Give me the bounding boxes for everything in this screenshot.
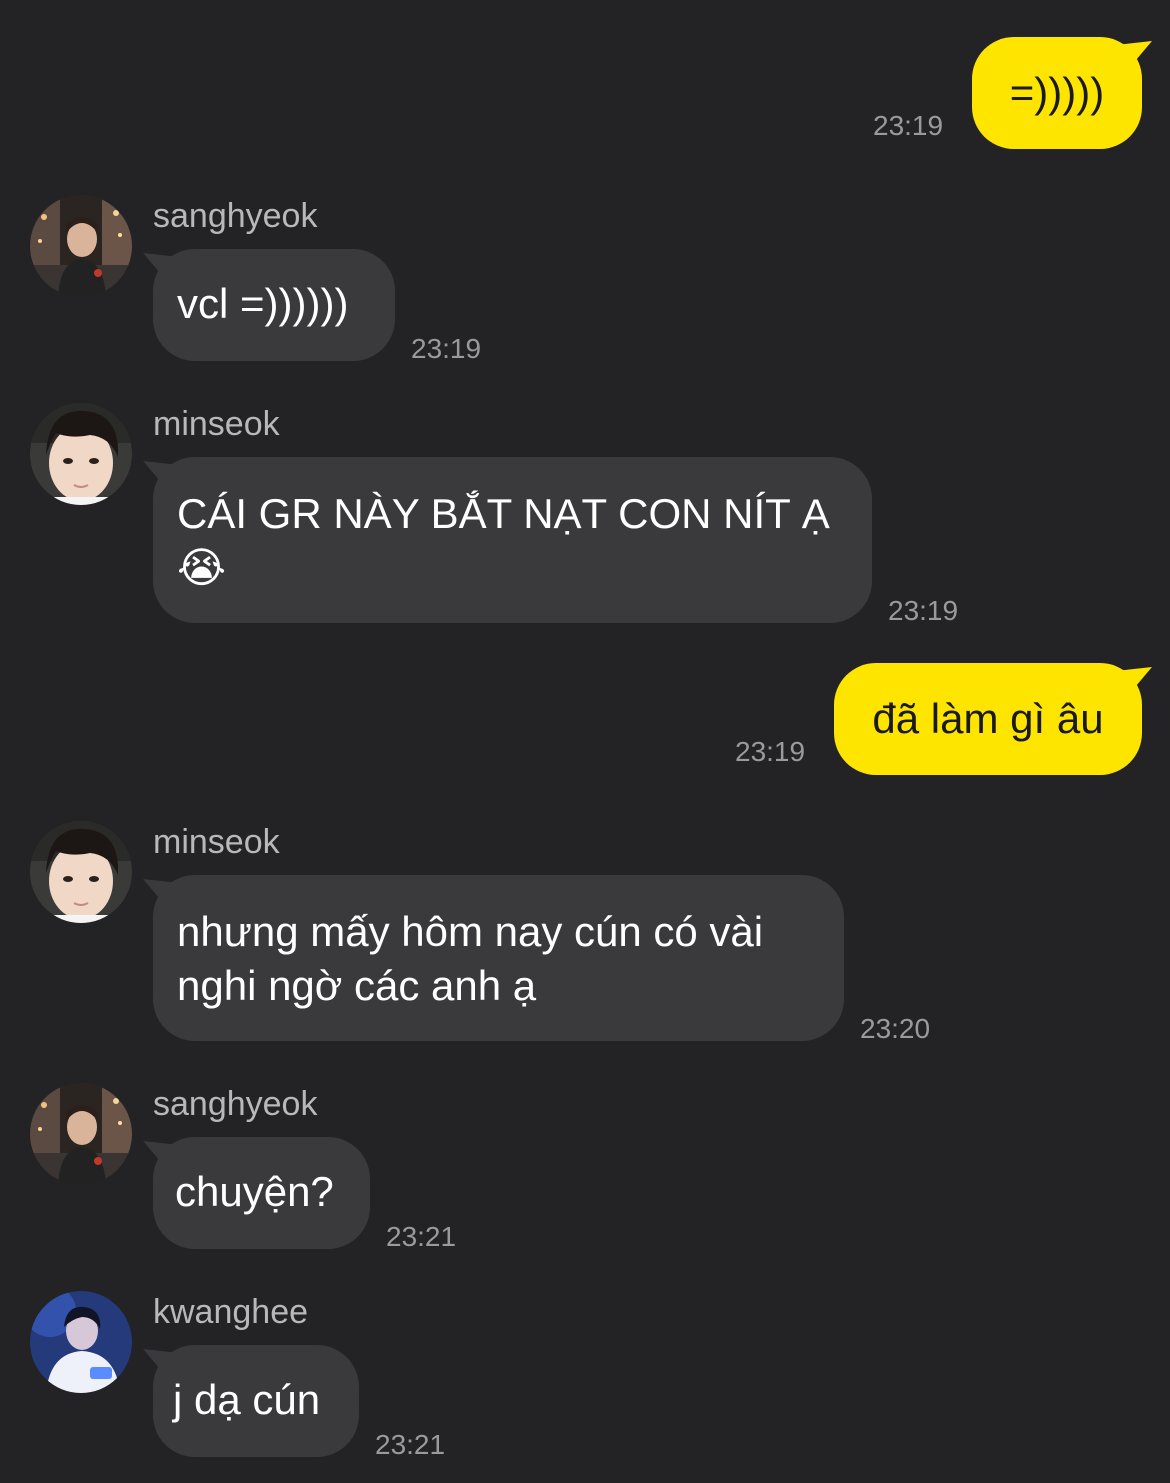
bubble-tail bbox=[143, 1141, 179, 1167]
message-bubble-incoming[interactable]: j dạ cún bbox=[143, 1345, 359, 1457]
avatar-photo-selfie bbox=[30, 403, 132, 505]
message-text: j dạ cún bbox=[173, 1376, 321, 1423]
avatar[interactable] bbox=[30, 821, 132, 923]
message-text-line: CÁI GR NÀY BẮT NẠT CON NÍT Ạ bbox=[177, 490, 830, 537]
message-timestamp: 23:19 bbox=[411, 333, 482, 364]
message-bubble-incoming[interactable]: CÁI GR NÀY BẮT NẠT CON NÍT Ạ 😭 bbox=[143, 457, 872, 623]
message-text: vcl =)))))) bbox=[177, 280, 349, 327]
avatar[interactable] bbox=[30, 403, 132, 505]
bubble-tail bbox=[143, 461, 179, 487]
sender-name: kwanghee bbox=[153, 1293, 309, 1331]
bubble-tail bbox=[143, 1349, 179, 1375]
sender-name: minseok bbox=[153, 405, 280, 443]
message-timestamp: 23:21 bbox=[386, 1221, 457, 1252]
message-bubble-outgoing[interactable]: =))))) bbox=[972, 37, 1152, 149]
sender-name: minseok bbox=[153, 823, 280, 861]
message-text: chuyện? bbox=[175, 1168, 334, 1215]
avatar[interactable] bbox=[30, 1083, 132, 1185]
avatar-photo-city-night bbox=[30, 195, 132, 297]
sender-name: sanghyeok bbox=[153, 197, 318, 235]
emoji-loudly-crying-icon: 😭 bbox=[177, 544, 227, 591]
message-timestamp: 23:19 bbox=[735, 736, 806, 767]
avatar[interactable] bbox=[30, 1291, 132, 1393]
bubble-tail bbox=[1116, 667, 1152, 693]
message-bubble-incoming[interactable]: chuyện? bbox=[143, 1137, 370, 1249]
message-bubble-incoming[interactable]: nhưng mấy hôm nay cún có vài nghi ngờ cá… bbox=[143, 875, 844, 1041]
avatar-photo-city-night bbox=[30, 1083, 132, 1185]
avatar[interactable] bbox=[30, 195, 132, 297]
message-timestamp: 23:19 bbox=[873, 110, 944, 141]
bubble-tail bbox=[1116, 41, 1152, 67]
sender-name: sanghyeok bbox=[153, 1085, 318, 1123]
message-bubble-outgoing[interactable]: đã làm gì âu bbox=[834, 663, 1152, 775]
message-text: =))))) bbox=[1009, 69, 1105, 116]
bubble-tail bbox=[143, 253, 179, 279]
avatar-photo-blue-light bbox=[30, 1291, 132, 1393]
avatar-photo-selfie bbox=[30, 821, 132, 923]
message-timestamp: 23:21 bbox=[375, 1429, 446, 1460]
message-text-line: nghi ngờ các anh ạ bbox=[177, 962, 537, 1009]
message-timestamp: 23:20 bbox=[860, 1013, 931, 1044]
bubble-tail bbox=[143, 879, 179, 905]
message-timestamp: 23:19 bbox=[888, 595, 959, 626]
message-text-line: nhưng mấy hôm nay cún có vài bbox=[177, 908, 764, 955]
message-bubble-incoming[interactable]: vcl =)))))) bbox=[143, 249, 395, 361]
message-text: đã làm gì âu bbox=[872, 695, 1104, 742]
